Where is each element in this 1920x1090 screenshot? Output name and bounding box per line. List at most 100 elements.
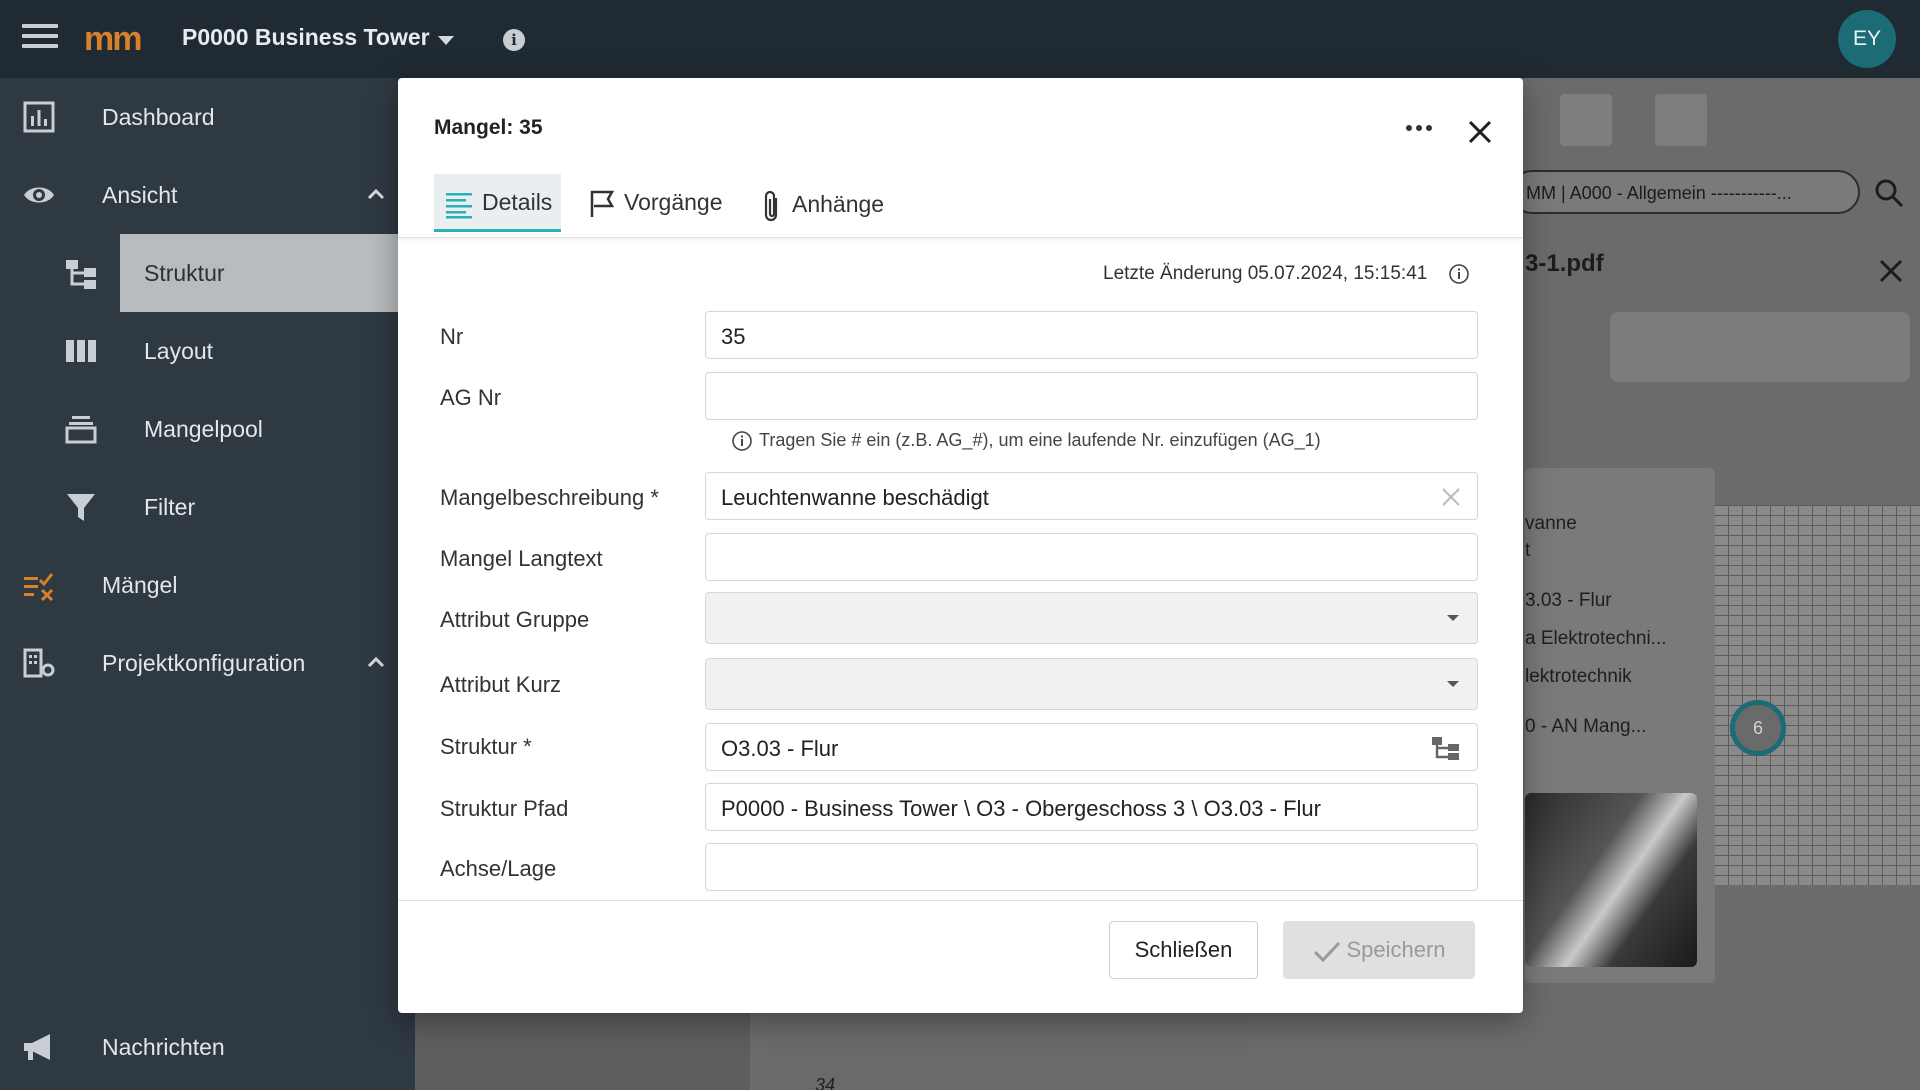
more-options-icon[interactable] — [1406, 118, 1442, 142]
background-pdf-title: 3-1.pdf — [1525, 250, 1604, 277]
megaphone-icon — [24, 1034, 50, 1060]
tab-label: Anhänge — [792, 191, 885, 218]
card-text: t — [1525, 540, 1531, 561]
sidebar-item-mangelpool[interactable]: Mangelpool — [0, 390, 415, 468]
info-icon — [732, 431, 752, 452]
sidebar-item-label: Filter — [144, 494, 196, 520]
plan-pin-icon[interactable] — [1655, 94, 1707, 146]
attr-gruppe-select[interactable] — [705, 592, 1478, 644]
defect-dialog: Mangel: 35 Details Vorgänge Anhänge Letz… — [398, 78, 1523, 1013]
structure-picker-icon[interactable] — [1431, 735, 1461, 761]
clear-icon[interactable] — [1441, 487, 1461, 507]
info-icon[interactable]: i — [503, 29, 525, 51]
sidebar-item-label: Mangelpool — [144, 416, 263, 442]
background-toolbar — [1525, 88, 1920, 150]
ag-nr-hint: Tragen Sie # ein (z.B. AG_#), um eine la… — [731, 430, 1321, 452]
chevron-up-icon[interactable] — [366, 652, 386, 672]
sidebar-item-maengel[interactable]: Mängel — [0, 546, 415, 624]
filter-icon — [67, 494, 95, 521]
field-label-attr-gruppe: Attribut Gruppe — [440, 607, 590, 632]
struktur-field[interactable]: O3.03 - Flur — [705, 723, 1478, 771]
tab-anhaenge[interactable]: Anhänge — [760, 174, 884, 232]
search-icon[interactable] — [1874, 178, 1904, 208]
app-header: mm P0000 Business Tower i EY — [0, 0, 1920, 78]
card-text: lektrotechnik — [1525, 666, 1632, 687]
field-label-ag-nr: AG Nr — [440, 385, 502, 410]
save-button[interactable]: Speichern — [1283, 921, 1475, 979]
sidebar-item-label: Nachrichten — [102, 1034, 225, 1060]
sidebar: Dashboard Ansicht Struktur Layout Mangel… — [0, 78, 415, 1090]
beschreibung-field[interactable]: Leuchtenwanne beschädigt — [705, 472, 1478, 520]
chevron-down-icon[interactable] — [438, 36, 454, 45]
sidebar-item-label: Layout — [144, 338, 214, 364]
stack-icon — [65, 416, 97, 444]
tab-vorgaenge[interactable]: Vorgänge — [588, 174, 722, 232]
sidebar-item-filter[interactable]: Filter — [0, 468, 415, 546]
sidebar-item-label: Mängel — [102, 572, 178, 598]
sidebar-item-label: Struktur — [144, 260, 225, 286]
field-label-beschreibung: Mangelbeschreibung * — [440, 485, 659, 510]
building-gear-icon — [23, 648, 55, 678]
sidebar-item-label: Ansicht — [102, 182, 178, 208]
field-label-struktur-pfad: Struktur Pfad — [440, 796, 569, 821]
struktur-pfad-field[interactable]: P0000 - Business Tower \ O3 - Obergescho… — [705, 783, 1478, 831]
field-label-achse: Achse/Lage — [440, 856, 557, 881]
field-label-attr-kurz: Attribut Kurz — [440, 672, 562, 697]
sidebar-item-layout[interactable]: Layout — [0, 312, 415, 390]
check-icon — [1314, 942, 1341, 963]
structure-icon — [66, 260, 96, 289]
field-label-langtext: Mangel Langtext — [440, 546, 603, 571]
chevron-up-icon[interactable] — [366, 184, 386, 204]
hint-text: Tragen Sie # ein (z.B. AG_#), um eine la… — [759, 430, 1321, 450]
background-list-column — [765, 1000, 1250, 1090]
achse-field[interactable] — [705, 843, 1478, 891]
grid-view-icon[interactable] — [1560, 94, 1612, 146]
checklist-icon[interactable] — [1725, 94, 1777, 146]
sync-icon[interactable] — [1865, 94, 1917, 146]
chart-icon — [23, 101, 55, 133]
hamburger-menu-icon[interactable] — [22, 24, 58, 54]
beschreibung-value: Leuchtenwanne beschädigt — [721, 485, 989, 510]
dialog-tabs: Details Vorgänge Anhänge — [398, 166, 1523, 238]
sidebar-item-label: Dashboard — [102, 104, 215, 130]
card-text: a Elektrotechni... — [1525, 628, 1667, 649]
langtext-field[interactable] — [705, 533, 1478, 581]
sidebar-item-projektkonfiguration[interactable]: Projektkonfiguration — [0, 624, 415, 702]
card-text: vanne — [1525, 513, 1577, 534]
dialog-footer: Schließen Speichern — [398, 900, 1523, 1013]
sidebar-item-nachrichten[interactable]: Nachrichten — [0, 1012, 415, 1090]
flag-icon — [590, 190, 615, 217]
tab-label: Details — [482, 189, 553, 216]
close-icon[interactable] — [1466, 118, 1494, 146]
ag-nr-field[interactable] — [705, 372, 1478, 420]
field-label-struktur: Struktur * — [440, 734, 532, 759]
sort-icon[interactable] — [1800, 94, 1852, 146]
save-label: Speichern — [1346, 937, 1446, 962]
plan-marker: 6 — [1730, 700, 1786, 756]
defects-icon — [24, 573, 54, 602]
project-selector[interactable]: P0000 Business Tower — [182, 24, 430, 51]
close-icon[interactable] — [1878, 258, 1904, 284]
info-icon[interactable] — [1448, 263, 1470, 285]
lines-icon — [446, 193, 472, 219]
background-list-number: 34 — [815, 1075, 836, 1090]
close-button[interactable]: Schließen — [1109, 921, 1258, 979]
chevron-down-icon — [1447, 681, 1459, 687]
background-floor-plan — [1715, 505, 1920, 885]
columns-icon — [66, 340, 96, 362]
attr-kurz-select[interactable] — [705, 658, 1478, 710]
nr-field[interactable]: 35 — [705, 311, 1478, 359]
card-text: 3.03 - Flur — [1525, 590, 1612, 611]
field-label-nr: Nr — [440, 324, 464, 349]
dialog-header: Mangel: 35 — [398, 78, 1523, 166]
sidebar-item-ansicht[interactable]: Ansicht — [0, 156, 415, 234]
card-text: 0 - AN Mang... — [1525, 716, 1647, 737]
sidebar-item-struktur[interactable]: Struktur — [66, 234, 415, 312]
background-column — [415, 1000, 750, 1090]
sidebar-item-dashboard[interactable]: Dashboard — [0, 78, 415, 156]
background-filter-select[interactable]: MM | A000 - Allgemein -----------... — [1510, 170, 1860, 214]
avatar[interactable]: EY — [1838, 10, 1896, 68]
eye-icon — [24, 187, 54, 203]
struktur-value: O3.03 - Flur — [721, 736, 839, 761]
tab-details[interactable]: Details — [434, 174, 561, 232]
